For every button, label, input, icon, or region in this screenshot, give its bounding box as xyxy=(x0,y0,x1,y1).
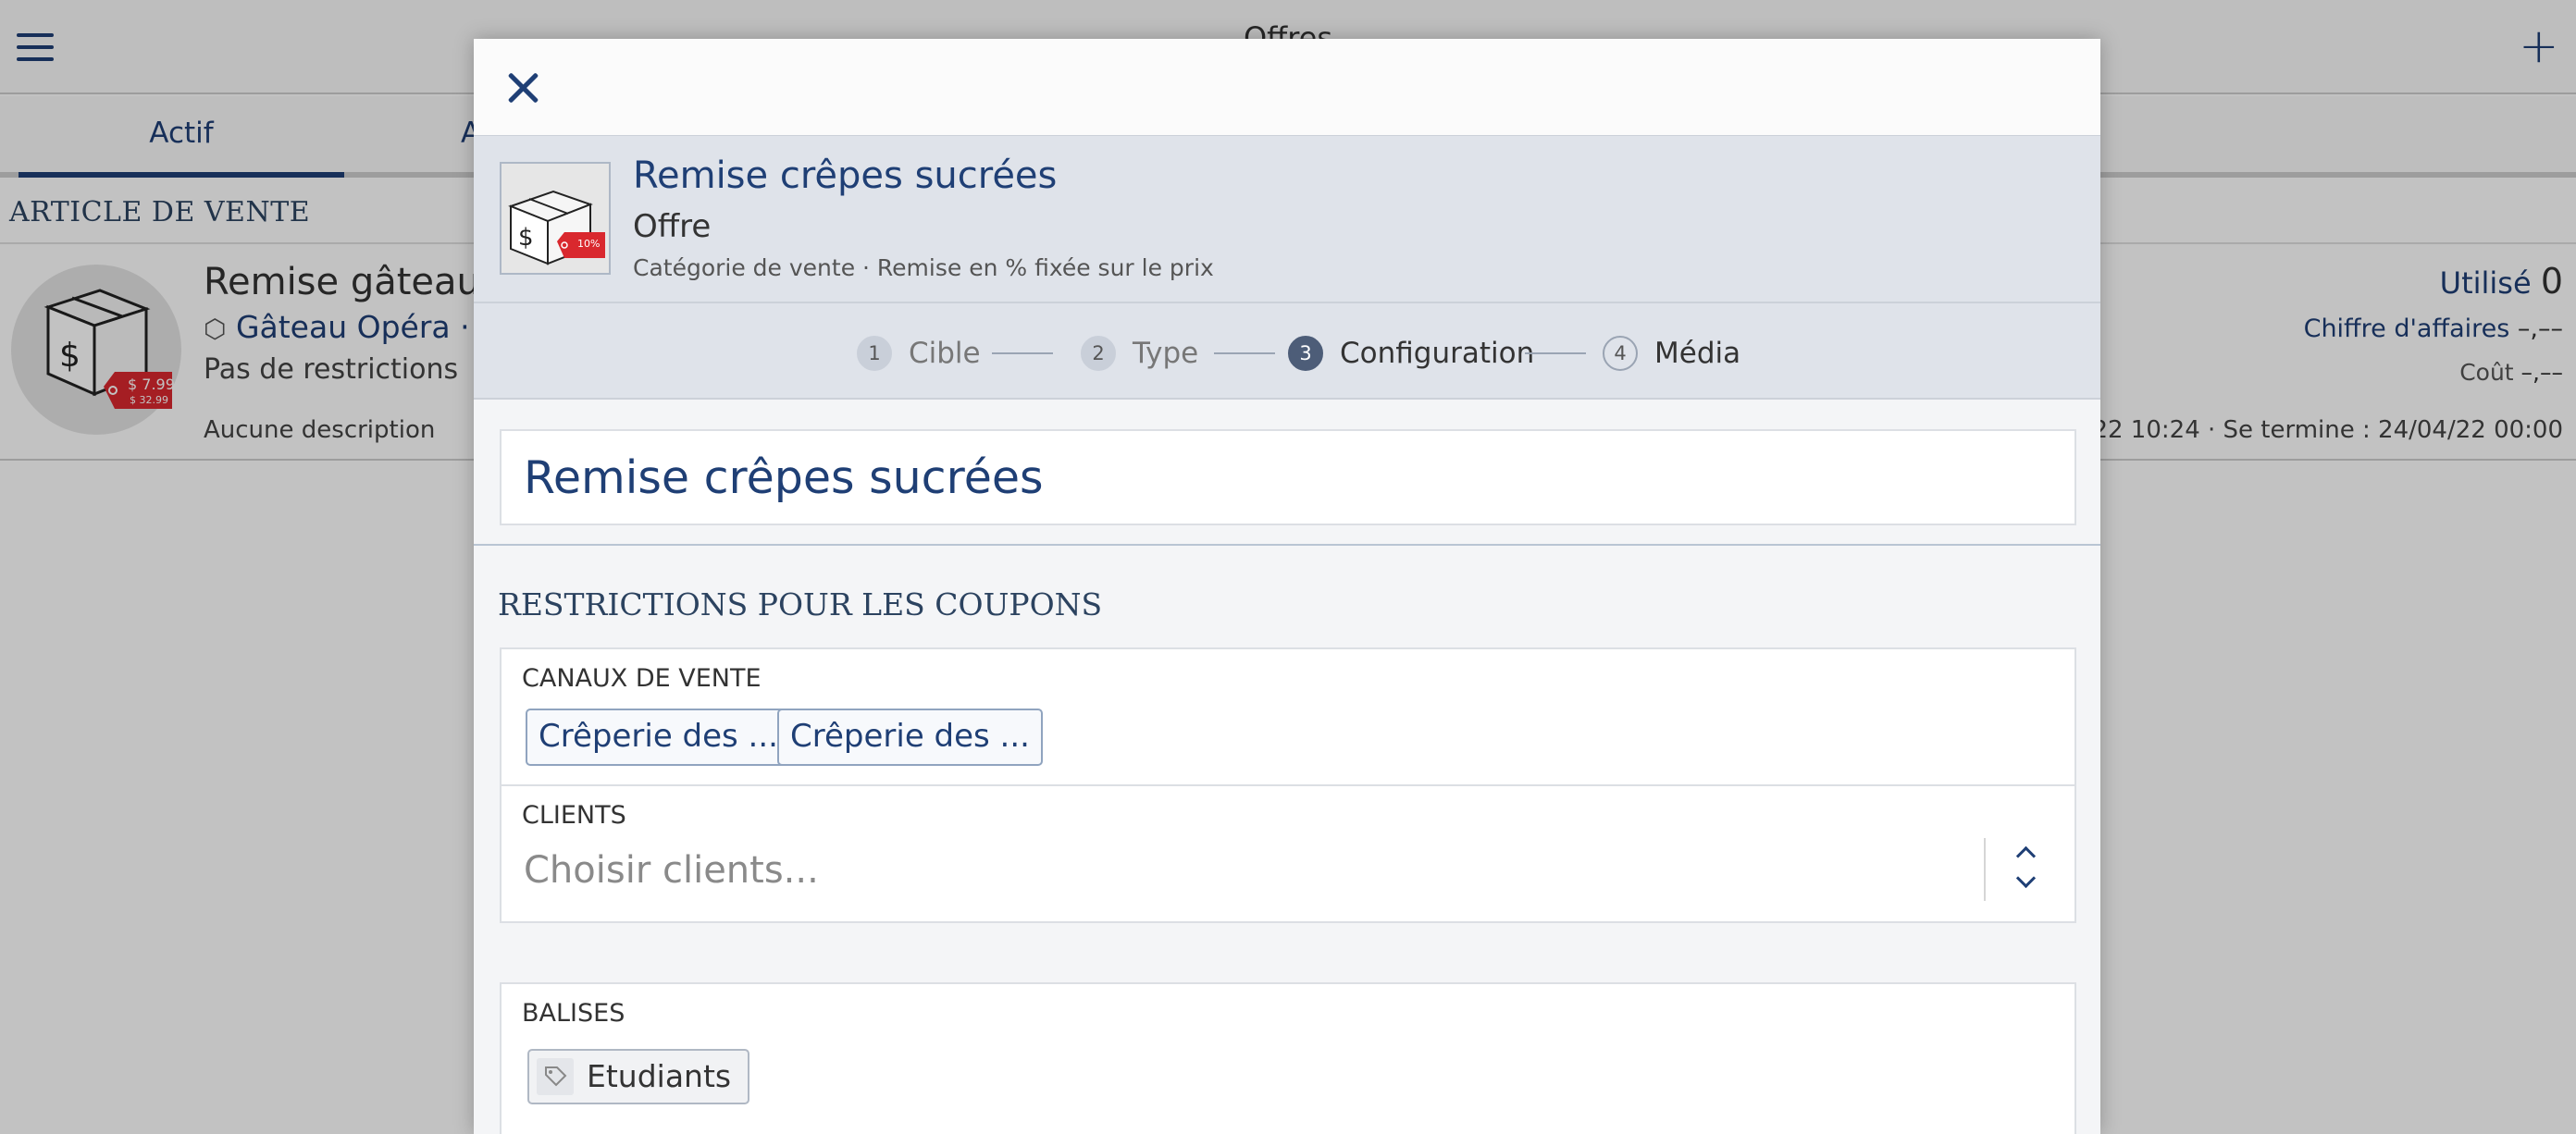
offer-box-icon: $ 10% xyxy=(500,162,611,275)
offer-meta: Catégorie de vente · Remise en % fixée s… xyxy=(633,254,1214,281)
restrictions-title: RESTRICTIONS POUR LES COUPONS xyxy=(498,586,1103,622)
offer-name-field[interactable]: Remise crêpes sucrées xyxy=(500,429,2076,525)
modal-toolbar xyxy=(474,39,2100,135)
chevron-up-down-icon[interactable] xyxy=(2012,840,2039,895)
tag-label: Etudiants xyxy=(587,1058,732,1094)
sales-channels-field: CANAUX DE VENTE Crêperie des ... Crêperi… xyxy=(500,647,2076,786)
tags-label: BALISES xyxy=(522,999,625,1028)
step-configuration[interactable]: 3 Configuration xyxy=(1288,335,1534,372)
channel-chip[interactable]: Crêperie des ... xyxy=(526,709,791,766)
step-label: Configuration xyxy=(1340,337,1535,370)
svg-text:$: $ xyxy=(518,224,534,252)
step-media[interactable]: 4 Média xyxy=(1603,335,1740,372)
step-label: Cible xyxy=(909,337,981,370)
clients-label: CLIENTS xyxy=(522,801,626,830)
name-section: Remise crêpes sucrées xyxy=(474,400,2100,546)
wizard-stepper: 1 Cible 2 Type 3 Configuration 4 Média xyxy=(474,302,2100,400)
step-connector xyxy=(1525,352,1586,354)
offer-header: $ 10% Remise crêpes sucrées Offre Catégo… xyxy=(474,135,2100,302)
select-divider xyxy=(1984,838,1986,901)
step-cible[interactable]: 1 Cible xyxy=(857,335,981,372)
step-label: Type xyxy=(1133,337,1199,370)
step-type[interactable]: 2 Type xyxy=(1081,335,1198,372)
tags-field: BALISES Etudiants xyxy=(500,982,2076,1134)
step-connector xyxy=(1214,352,1275,354)
offer-name-value: Remise crêpes sucrées xyxy=(524,451,1044,504)
clients-placeholder: Choisir clients... xyxy=(524,849,819,892)
step-number: 3 xyxy=(1288,336,1323,371)
channel-chip[interactable]: Crêperie des ... xyxy=(777,709,1043,766)
step-number: 4 xyxy=(1603,336,1638,371)
step-label: Média xyxy=(1654,337,1741,370)
offer-title: Remise crêpes sucrées xyxy=(633,154,1058,197)
step-number: 2 xyxy=(1081,336,1116,371)
offer-type: Offre xyxy=(633,208,712,245)
step-number: 1 xyxy=(857,336,892,371)
discount-badge: 10% xyxy=(577,238,601,250)
offer-modal: $ 10% Remise crêpes sucrées Offre Catégo… xyxy=(474,39,2100,1134)
clients-select[interactable]: CLIENTS Choisir clients... xyxy=(500,784,2076,923)
tag-chip[interactable]: Etudiants xyxy=(527,1049,750,1104)
close-icon[interactable] xyxy=(500,65,546,111)
tag-icon xyxy=(537,1058,574,1095)
sales-channels-label: CANAUX DE VENTE xyxy=(522,664,762,693)
step-connector xyxy=(992,352,1053,354)
